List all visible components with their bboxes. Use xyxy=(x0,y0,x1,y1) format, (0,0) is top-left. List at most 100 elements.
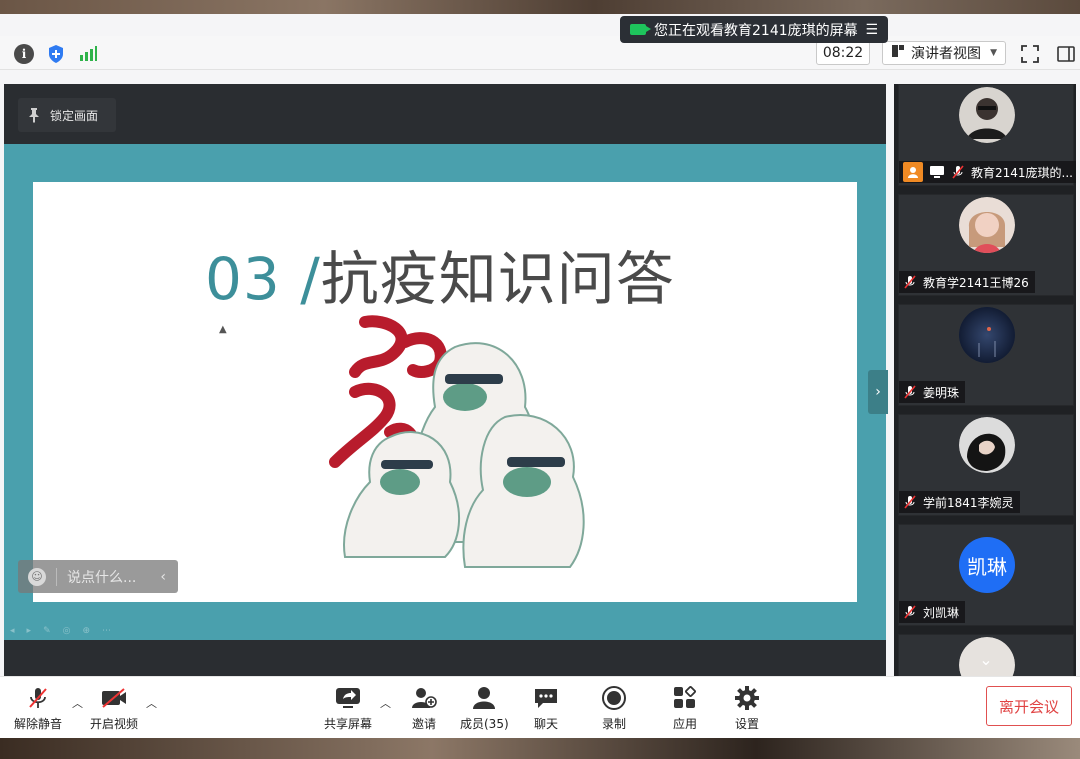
gear-icon xyxy=(733,685,761,711)
info-icon[interactable]: i xyxy=(14,44,34,64)
settings-button[interactable]: 设置 xyxy=(733,685,761,732)
chevron-up-icon[interactable]: ︿ xyxy=(146,695,157,711)
share-screen-icon xyxy=(334,685,362,711)
apps-icon xyxy=(671,685,699,711)
comment-input[interactable]: ☺ 说点什么... ‹ xyxy=(18,560,178,593)
participant-name-bar: 教育2141庞琪的... xyxy=(899,161,1076,183)
sidebar-toggle-icon[interactable] xyxy=(1056,44,1076,64)
invite-label: 邀请 xyxy=(411,717,436,731)
participant-name: 教育学2141王博26 xyxy=(923,275,1029,290)
view-mode-dropdown[interactable]: 演讲者视图 ▼ xyxy=(882,41,1006,65)
comment-placeholder: 说点什么... xyxy=(67,569,137,586)
invite-button[interactable]: 邀请 xyxy=(410,685,438,732)
chevron-down-icon[interactable]: ⌄ xyxy=(966,646,1006,672)
leave-meeting-button[interactable]: 离开会议 xyxy=(986,686,1072,726)
slide-heading: 抗疫知识问答 xyxy=(320,245,675,313)
top-toolbar: i 08:22 演讲者视图 ▼ xyxy=(0,36,1080,70)
signal-icon[interactable] xyxy=(78,44,98,64)
next-slide-icon[interactable]: ▸ xyxy=(27,626,32,636)
start-video-label: 开启视频 xyxy=(90,717,139,731)
avatar-initials: 凯琳 xyxy=(959,537,1015,593)
chevron-up-icon[interactable]: ︿ xyxy=(380,695,391,711)
prev-slide-icon[interactable]: ◂ xyxy=(10,626,15,636)
menu-lines-icon[interactable]: ☰ xyxy=(865,22,878,38)
participant-name: 姜明珠 xyxy=(923,385,960,400)
participant-tile[interactable]: 教育2141庞琪的... xyxy=(898,84,1076,186)
chat-icon xyxy=(532,685,560,711)
participant-tile[interactable]: 姜明珠 xyxy=(898,304,1074,406)
meeting-timer: 08:22 xyxy=(816,41,870,65)
grid-layout-icon xyxy=(891,44,905,62)
avatar xyxy=(959,307,1015,363)
chat-button[interactable]: 聊天 xyxy=(532,685,560,732)
chevron-down-icon: ▼ xyxy=(990,48,997,58)
panel-collapse-handle[interactable]: › xyxy=(868,370,888,414)
participant-tile[interactable]: 教育学2141王博26 xyxy=(898,194,1074,296)
add-user-icon xyxy=(410,685,438,711)
screen-share-icon xyxy=(929,165,945,179)
shared-screen-area: 锁定画面 03 /抗疫知识问答 ▲ ☺ 说点什么... ‹ ◂ ▸ ✎ ◎ ⊕ … xyxy=(4,84,888,676)
chevron-up-icon[interactable]: ︿ xyxy=(72,695,83,711)
participant-tile[interactable]: 凯琳 刘凯琳 xyxy=(898,524,1074,626)
zoom-icon[interactable]: ⊕ xyxy=(82,626,90,636)
mic-off-icon xyxy=(903,605,917,619)
pin-icon xyxy=(28,107,40,123)
slide-toolbar[interactable]: ◂ ▸ ✎ ◎ ⊕ ⋯ xyxy=(10,626,111,636)
participant-name-bar: 刘凯琳 xyxy=(899,601,966,623)
desktop-backdrop-bottom xyxy=(0,737,1080,759)
emoji-icon[interactable]: ☺ xyxy=(28,567,46,586)
start-video-button[interactable]: 开启视频 xyxy=(90,685,138,732)
apps-button[interactable]: 应用 xyxy=(671,685,699,732)
mic-off-icon xyxy=(24,685,52,711)
mic-off-icon xyxy=(903,275,917,289)
chat-label: 聊天 xyxy=(533,717,558,731)
pen-icon[interactable]: ✎ xyxy=(43,626,51,636)
record-icon xyxy=(600,685,628,711)
settings-label: 设置 xyxy=(734,717,759,731)
meeting-controls: 解除静音 ︿ 开启视频 ︿ 共享屏幕 ︿ 邀请 成员(35) 聊天 录制 应用 … xyxy=(0,676,1080,738)
pointer-icon[interactable]: ◎ xyxy=(63,626,71,636)
members-button[interactable]: 成员(35) xyxy=(460,685,509,732)
more-icon[interactable]: ⋯ xyxy=(102,626,111,636)
participant-name-bar: 学前1841李婉灵 xyxy=(899,491,1020,513)
mouse-cursor-icon: ▲ xyxy=(219,324,227,335)
avatar xyxy=(959,417,1015,473)
participant-name: 刘凯琳 xyxy=(923,605,960,620)
lock-view-button[interactable]: 锁定画面 xyxy=(18,98,116,132)
share-screen-label: 共享屏幕 xyxy=(324,717,373,731)
host-icon xyxy=(903,162,923,182)
view-mode-label: 演讲者视图 xyxy=(911,46,981,62)
lock-view-label: 锁定画面 xyxy=(50,108,99,123)
collapse-arrow-icon[interactable]: ‹ xyxy=(160,569,166,585)
video-off-icon xyxy=(100,685,128,711)
fullscreen-icon[interactable] xyxy=(1020,44,1040,64)
participant-name: 学前1841李婉灵 xyxy=(923,495,1014,510)
participant-name-bar: 教育学2141王博26 xyxy=(899,271,1035,293)
mic-off-icon xyxy=(903,495,917,509)
members-icon xyxy=(470,685,498,711)
members-label: 成员(35) xyxy=(460,717,509,731)
unmute-button[interactable]: 解除静音 xyxy=(14,685,62,732)
record-label: 录制 xyxy=(601,717,626,731)
share-screen-button[interactable]: 共享屏幕 xyxy=(324,685,372,732)
presentation-slide: 03 /抗疫知识问答 ▲ xyxy=(33,182,857,602)
mic-off-icon xyxy=(951,165,965,179)
medical-workers-illustration xyxy=(329,315,585,568)
participant-name-bar: 姜明珠 xyxy=(899,381,966,403)
participant-tile[interactable]: 学前1841李婉灵 xyxy=(898,414,1074,516)
video-camera-icon xyxy=(630,24,651,35)
unmute-label: 解除静音 xyxy=(14,717,63,731)
avatar xyxy=(959,197,1015,253)
record-button[interactable]: 录制 xyxy=(600,685,628,732)
mic-off-icon xyxy=(903,385,917,399)
divider xyxy=(56,567,57,586)
presentation-frame: 03 /抗疫知识问答 ▲ ☺ 说点什么... ‹ ◂ ▸ ✎ ◎ ⊕ ⋯ xyxy=(4,144,886,640)
slide-title: 03 /抗疫知识问答 xyxy=(205,232,675,316)
apps-label: 应用 xyxy=(672,717,697,731)
slide-number: 03 / xyxy=(205,245,321,313)
participants-panel: 教育2141庞琪的... 教育学2141王博26 姜明珠 学前1841李婉灵 凯… xyxy=(894,84,1076,676)
share-notification-text: 您正在观看教育2141庞琪的屏幕 xyxy=(654,22,858,39)
share-notification-banner[interactable]: 您正在观看教育2141庞琪的屏幕 ☰ xyxy=(620,16,888,43)
shield-icon[interactable] xyxy=(46,44,66,64)
participant-name: 教育2141庞琪的... xyxy=(971,165,1073,180)
